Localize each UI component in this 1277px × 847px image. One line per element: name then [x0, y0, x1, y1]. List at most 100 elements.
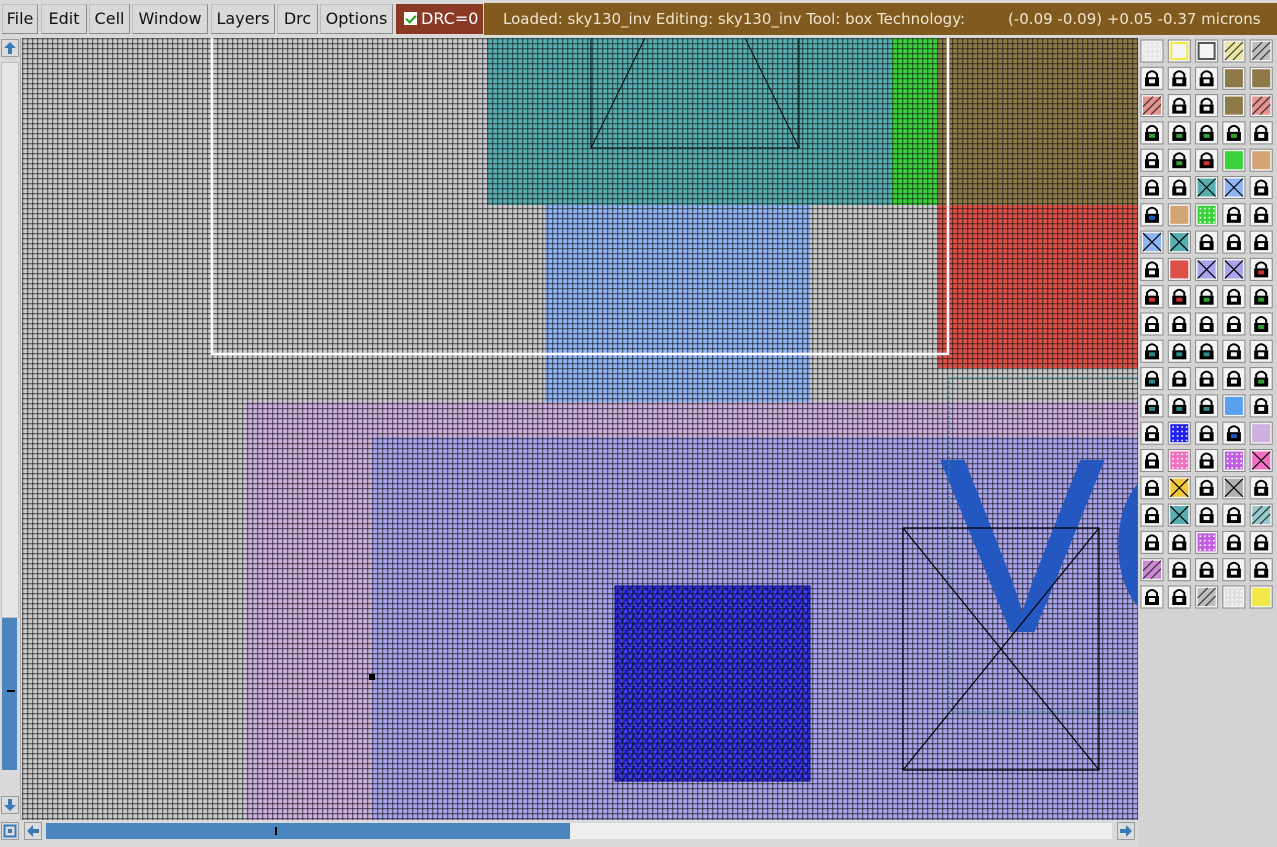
layer-tile-lock-teal[interactable] — [1167, 394, 1191, 418]
layer-tile-lock[interactable] — [1167, 312, 1191, 336]
layer-tile-lock[interactable] — [1140, 312, 1164, 336]
edit-menu-button[interactable]: Edit — [41, 4, 87, 34]
checkbox-icon[interactable] — [404, 12, 417, 25]
layer-tile-dots[interactable] — [1222, 585, 1246, 609]
options-menu-button[interactable]: Options — [320, 4, 393, 34]
layer-tile-red[interactable] — [1167, 257, 1191, 281]
layer-tile-lock-green[interactable] — [1167, 148, 1191, 172]
layer-tile-dark-empty[interactable] — [1195, 39, 1219, 63]
layer-tile-lock[interactable] — [1140, 257, 1164, 281]
layer-tile-blue-wave[interactable] — [1222, 394, 1246, 418]
layer-tile-lock[interactable] — [1195, 476, 1219, 500]
layer-tile-lock-teal[interactable] — [1140, 367, 1164, 391]
zoom-to-fit-button[interactable] — [1, 822, 19, 840]
layer-tile-lock-green[interactable] — [1140, 121, 1164, 145]
layer-tile-pink-x[interactable] — [1249, 449, 1273, 472]
layer-tile-lock[interactable] — [1222, 558, 1246, 582]
layer-tile-lock[interactable] — [1222, 503, 1246, 527]
layer-tile-lock[interactable] — [1195, 367, 1219, 391]
scroll-down-button[interactable] — [1, 796, 19, 814]
layer-tile-lock[interactable] — [1249, 558, 1273, 582]
layer-tile-lock[interactable] — [1140, 449, 1164, 472]
layer-tile-x-blue[interactable] — [1140, 230, 1164, 254]
layer-tile-x-teal[interactable] — [1195, 176, 1219, 199]
window-menu-button[interactable]: Window — [132, 4, 208, 34]
layer-palette[interactable] — [1138, 38, 1277, 847]
layer-tile-lock[interactable] — [1167, 94, 1191, 118]
layer-tile-lock[interactable] — [1249, 203, 1273, 227]
layer-tile-lock[interactable] — [1195, 449, 1219, 472]
layer-tile-brown[interactable] — [1222, 66, 1246, 90]
layer-tile-grid[interactable] — [1140, 39, 1164, 63]
layer-tile-lock[interactable] — [1140, 148, 1164, 172]
layer-tile-lock-green[interactable] — [1249, 285, 1273, 309]
layer-tile-tan[interactable] — [1249, 148, 1273, 172]
layer-tile-red-hatch[interactable] — [1249, 94, 1273, 118]
layer-tile-lock[interactable] — [1195, 421, 1219, 445]
layer-tile-lock[interactable] — [1140, 503, 1164, 527]
layer-tile-x-teal[interactable] — [1167, 503, 1191, 527]
layer-tile-lock-red[interactable] — [1140, 285, 1164, 309]
layer-tile-lock[interactable] — [1249, 530, 1273, 554]
layer-tile-lock-teal[interactable] — [1140, 339, 1164, 363]
drc-menu-button[interactable]: Drc — [277, 4, 318, 34]
layer-tile-lilac[interactable] — [1249, 421, 1273, 445]
horizontal-scroll-track[interactable] — [46, 823, 1112, 839]
layer-tile-lock[interactable] — [1140, 585, 1164, 609]
layer-tile-lock-teal[interactable] — [1195, 339, 1219, 363]
horizontal-scrollbar[interactable] — [0, 820, 1140, 842]
layer-tile-lock-green[interactable] — [1195, 121, 1219, 145]
layer-tile-lock-green[interactable] — [1222, 121, 1246, 145]
layer-tile-green[interactable] — [1222, 148, 1246, 172]
layer-tile-lock-green[interactable] — [1249, 312, 1273, 336]
layer-tile-lock[interactable] — [1249, 176, 1273, 199]
layer-tile-lock[interactable] — [1249, 121, 1273, 145]
layer-tile-lock[interactable] — [1140, 421, 1164, 445]
layer-tile-lock[interactable] — [1249, 476, 1273, 500]
layer-tile-x-purple[interactable] — [1195, 257, 1219, 281]
layers-menu-button[interactable]: Layers — [211, 4, 275, 34]
layer-tile-lock-blue[interactable] — [1140, 203, 1164, 227]
layer-tile-gray-hatch[interactable] — [1195, 585, 1219, 609]
layer-tile-lock-teal[interactable] — [1195, 394, 1219, 418]
layer-tile-x-blue[interactable] — [1222, 176, 1246, 199]
layer-tile-purple-dots[interactable] — [1222, 449, 1246, 472]
layer-tile-yellow-x[interactable] — [1167, 476, 1191, 500]
layer-tile-lock[interactable] — [1222, 230, 1246, 254]
layout-canvas[interactable]: VG — [22, 38, 1138, 820]
layer-tile-lock[interactable] — [1167, 530, 1191, 554]
layer-tile-lock[interactable] — [1249, 394, 1273, 418]
cell-menu-button[interactable]: Cell — [89, 4, 130, 34]
layer-tile-lock-blue[interactable] — [1222, 421, 1246, 445]
layer-tile-purple-dots[interactable] — [1195, 530, 1219, 554]
layer-tile-gray-x[interactable] — [1222, 476, 1246, 500]
layer-tile-blue-dots[interactable] — [1167, 421, 1191, 445]
layer-tile-lock[interactable] — [1140, 176, 1164, 199]
layer-tile-lock[interactable] — [1222, 339, 1246, 363]
layer-tile-lock[interactable] — [1195, 94, 1219, 118]
layer-tile-lock[interactable] — [1140, 530, 1164, 554]
layer-tile-lock[interactable] — [1195, 66, 1219, 90]
layer-tile-lock[interactable] — [1140, 476, 1164, 500]
layer-tile-lock[interactable] — [1167, 585, 1191, 609]
scroll-up-button[interactable] — [1, 39, 19, 57]
layer-tile-red-hatch[interactable] — [1140, 94, 1164, 118]
layer-tile-lock[interactable] — [1167, 66, 1191, 90]
vertical-scrollbar[interactable] — [0, 38, 21, 820]
layer-tile-brown[interactable] — [1222, 94, 1246, 118]
layer-tile-lock-green[interactable] — [1249, 367, 1273, 391]
layer-tile-lock[interactable] — [1195, 503, 1219, 527]
scroll-left-button[interactable] — [24, 822, 42, 840]
layer-tile-pink-dots[interactable] — [1167, 449, 1191, 472]
vertical-scroll-thumb[interactable] — [2, 618, 17, 770]
layer-tile-purple-hatch[interactable] — [1140, 558, 1164, 582]
layer-tile-lock-teal[interactable] — [1167, 339, 1191, 363]
scroll-right-button[interactable] — [1117, 822, 1135, 840]
file-menu-button[interactable]: File — [2, 4, 38, 34]
layer-tile-brown[interactable] — [1249, 66, 1273, 90]
layer-tile-lock-teal[interactable] — [1140, 394, 1164, 418]
layer-tile-lock[interactable] — [1167, 367, 1191, 391]
layer-tile-gray-hatch[interactable] — [1249, 39, 1273, 63]
layer-tile-lock[interactable] — [1195, 312, 1219, 336]
layer-tile-lock[interactable] — [1167, 176, 1191, 199]
